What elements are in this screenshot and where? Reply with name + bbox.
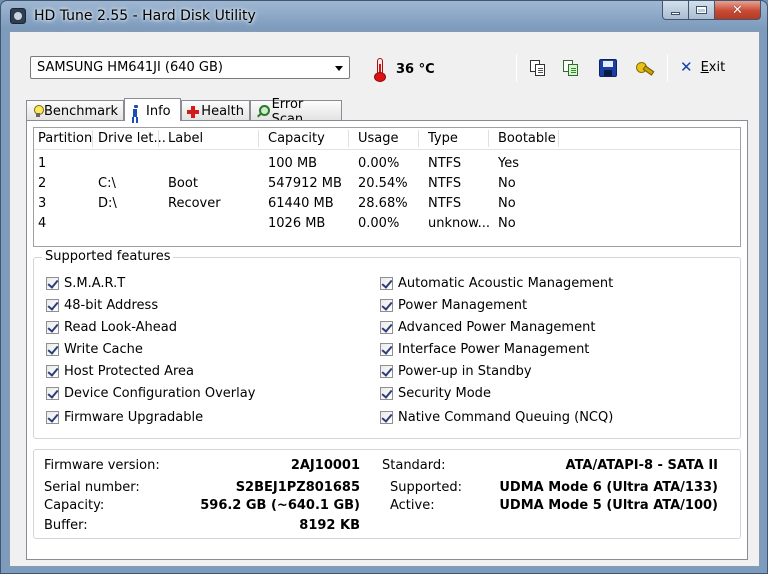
save-icon[interactable] xyxy=(599,59,617,77)
window-controls: ✕ xyxy=(662,1,761,21)
active-label: Active: xyxy=(390,498,435,513)
drive-select[interactable]: SAMSUNG HM641JI (640 GB) xyxy=(30,56,350,79)
feature-checkbox-puis[interactable]: Power-up in Standby xyxy=(380,364,532,379)
thermometer-icon xyxy=(373,58,387,82)
close-icon: ✕ xyxy=(732,2,743,18)
table-row[interactable]: 3 D:\ Recover 61440 MB 28.68% NTFS No xyxy=(34,194,740,214)
chevron-down-icon xyxy=(335,66,343,71)
bulb-icon xyxy=(33,105,44,118)
drive-details-group: Firmware version: 2AJ10001 Serial number… xyxy=(33,449,741,539)
toolbar-separator xyxy=(667,54,668,82)
exit-x-icon: ✕ xyxy=(680,58,693,76)
standard-label: Standard: xyxy=(382,458,446,473)
serial-value: S2BEJ1PZ801685 xyxy=(235,480,360,495)
supported-value: UDMA Mode 6 (Ultra ATA/133) xyxy=(499,480,718,495)
minimize-button[interactable] xyxy=(662,1,689,20)
tab-benchmark[interactable]: Benchmark xyxy=(26,100,124,120)
column-header[interactable]: Capacity xyxy=(268,128,349,150)
group-title: Supported features xyxy=(42,249,174,264)
firmware-label: Firmware version: xyxy=(44,458,160,473)
checkbox[interactable] xyxy=(46,343,59,356)
buffer-label: Buffer: xyxy=(44,518,88,533)
close-button[interactable]: ✕ xyxy=(715,1,761,20)
app-icon[interactable] xyxy=(10,8,26,24)
copy-screenshot-icon[interactable] xyxy=(562,59,580,77)
app-window: HD Tune 2.55 - Hard Disk Utility ✕ SAMSU… xyxy=(0,0,768,574)
table-row[interactable]: 1 100 MB 0.00% NTFS Yes xyxy=(34,154,740,174)
checkbox[interactable] xyxy=(380,299,393,312)
health-plus-icon xyxy=(186,105,200,118)
client-area: SAMSUNG HM641JI (640 GB) 36 °C ✕ Exit Be… xyxy=(9,31,760,567)
checkbox[interactable] xyxy=(380,321,393,334)
checkbox[interactable] xyxy=(380,387,393,400)
column-header[interactable]: Type xyxy=(428,128,489,150)
tab-error-scan[interactable]: Error Scan xyxy=(250,97,342,127)
drive-select-value: SAMSUNG HM641JI (640 GB) xyxy=(37,60,223,75)
maximize-button[interactable] xyxy=(689,1,715,20)
checkbox[interactable] xyxy=(380,277,393,290)
column-header[interactable]: Drive let... xyxy=(98,128,166,150)
feature-checkbox-power-mgmt[interactable]: Power Management xyxy=(380,298,527,313)
feature-checkbox-hpa[interactable]: Host Protected Area xyxy=(46,364,194,379)
feature-checkbox-ipm[interactable]: Interface Power Management xyxy=(380,342,589,357)
checkbox[interactable] xyxy=(380,411,393,424)
options-icon[interactable] xyxy=(635,59,653,77)
feature-checkbox-dco[interactable]: Device Configuration Overlay xyxy=(46,386,255,401)
feature-checkbox-ncq[interactable]: Native Command Queuing (NCQ) xyxy=(380,410,613,425)
window-title: HD Tune 2.55 - Hard Disk Utility xyxy=(34,8,256,24)
checkbox[interactable] xyxy=(46,277,59,290)
capacity-value: 596.2 GB (~640.1 GB) xyxy=(200,498,360,513)
exit-label: Exit xyxy=(700,60,726,75)
column-header[interactable]: Label xyxy=(168,128,259,150)
checkbox[interactable] xyxy=(46,411,59,424)
tab-health[interactable]: Health xyxy=(181,100,250,120)
column-header[interactable]: Usage xyxy=(358,128,419,150)
active-value: UDMA Mode 5 (Ultra ATA/100) xyxy=(499,498,718,513)
checkbox[interactable] xyxy=(380,343,393,356)
feature-checkbox-security[interactable]: Security Mode xyxy=(380,386,491,401)
column-header[interactable]: Bootable xyxy=(498,128,559,150)
tab-label: Info xyxy=(146,103,171,119)
serial-label: Serial number: xyxy=(44,480,140,495)
magnifier-icon xyxy=(257,105,270,118)
checkbox[interactable] xyxy=(46,299,59,312)
tab-label: Health xyxy=(201,104,244,119)
checkbox[interactable] xyxy=(46,365,59,378)
table-row[interactable]: 2 C:\ Boot 547912 MB 20.54% NTFS No xyxy=(34,174,740,194)
feature-checkbox-firmware[interactable]: Firmware Upgradable xyxy=(46,410,203,425)
capacity-label: Capacity: xyxy=(44,498,105,513)
toolbar-separator xyxy=(516,54,517,82)
partition-table[interactable]: Partition Drive let... Label Capacity Us… xyxy=(33,127,741,247)
feature-checkbox-aam[interactable]: Automatic Acoustic Management xyxy=(380,276,613,291)
tab-label: Benchmark xyxy=(43,104,118,119)
title-bar[interactable]: HD Tune 2.55 - Hard Disk Utility ✕ xyxy=(1,1,767,31)
feature-checkbox-read-look-ahead[interactable]: Read Look-Ahead xyxy=(46,320,177,335)
standard-value: ATA/ATAPI-8 - SATA II xyxy=(565,458,718,473)
copy-text-icon[interactable] xyxy=(529,59,547,77)
firmware-value: 2AJ10001 xyxy=(290,458,360,473)
exit-button[interactable]: ✕ Exit xyxy=(680,58,726,76)
feature-checkbox-smart[interactable]: S.M.A.R.T xyxy=(46,276,125,291)
column-header[interactable]: Partition xyxy=(38,128,93,150)
tab-info[interactable]: Info xyxy=(124,98,181,121)
checkbox[interactable] xyxy=(380,365,393,378)
checkbox[interactable] xyxy=(46,387,59,400)
checkbox[interactable] xyxy=(46,321,59,334)
feature-checkbox-apm[interactable]: Advanced Power Management xyxy=(380,320,595,335)
table-header: Partition Drive let... Label Capacity Us… xyxy=(34,128,740,150)
supported-label: Supported: xyxy=(390,480,463,495)
table-row[interactable]: 4 1026 MB 0.00% unknow... No xyxy=(34,214,740,234)
maximize-icon xyxy=(696,6,707,14)
info-icon xyxy=(131,104,141,118)
feature-checkbox-48bit[interactable]: 48-bit Address xyxy=(46,298,158,313)
supported-features-group: Supported features S.M.A.R.T 48-bit Addr… xyxy=(33,249,741,439)
temperature-readout: 36 °C xyxy=(396,62,435,77)
toolbar: SAMSUNG HM641JI (640 GB) 36 °C ✕ Exit xyxy=(10,32,759,102)
minimize-icon xyxy=(671,11,680,15)
buffer-value: 8192 KB xyxy=(299,518,360,533)
feature-checkbox-write-cache[interactable]: Write Cache xyxy=(46,342,143,357)
info-panel: Partition Drive let... Label Capacity Us… xyxy=(26,120,748,560)
